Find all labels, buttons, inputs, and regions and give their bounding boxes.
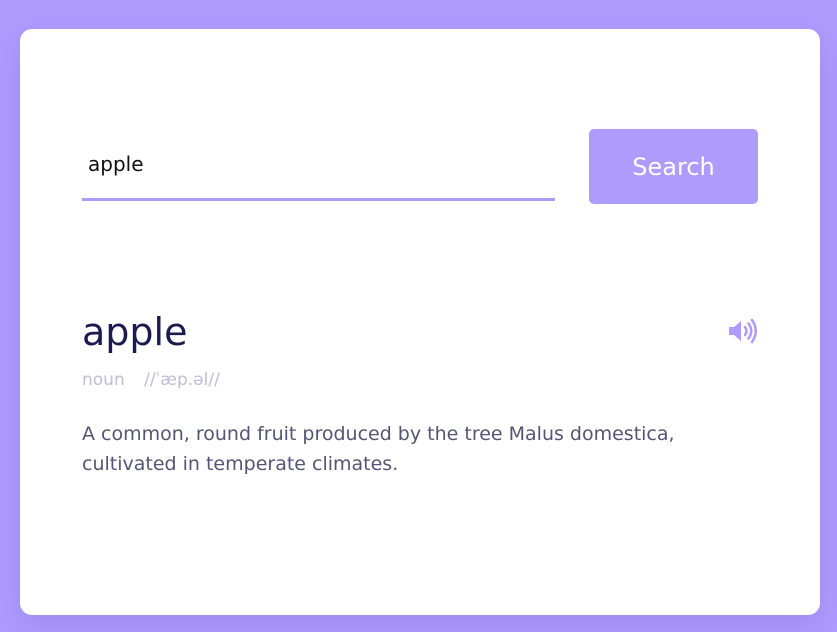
word-meta: noun //ˈæp.əl// (82, 369, 758, 391)
word-title: apple (82, 310, 188, 354)
phonetic-text: //ˈæp.əl// (144, 370, 220, 390)
search-input[interactable] (82, 129, 555, 201)
definition-text: A common, round fruit produced by the tr… (82, 423, 675, 475)
speaker-volume-icon[interactable] (728, 318, 758, 344)
search-bar: Search (82, 129, 758, 204)
word-result: apple noun //ˈæp.əl// A common, round fr… (82, 307, 758, 498)
dictionary-card: Search apple noun //ˈæp.əl// A common, r… (20, 29, 820, 615)
part-of-speech: noun (82, 370, 125, 390)
search-button[interactable]: Search (589, 129, 758, 204)
